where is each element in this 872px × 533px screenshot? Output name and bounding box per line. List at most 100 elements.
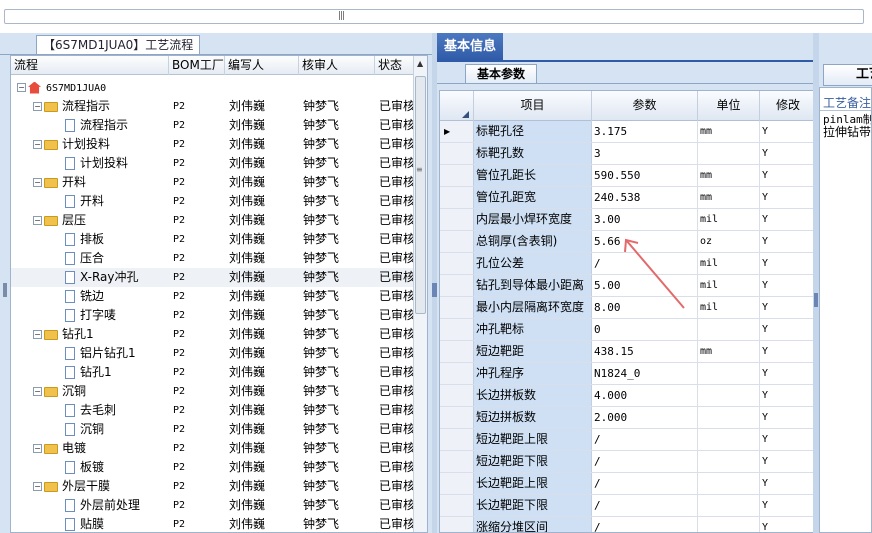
tree-node[interactable]: − 沉铜 xyxy=(11,382,169,401)
param-value-cell[interactable]: 3.00 xyxy=(592,209,698,230)
notes-text[interactable]: pinlam制 拉伸钻带 xyxy=(823,114,871,139)
row-header[interactable] xyxy=(440,385,474,406)
tree-node[interactable]: 外层前处理 xyxy=(11,496,169,515)
param-unit-cell[interactable] xyxy=(698,407,760,428)
param-row[interactable]: 管位孔距宽 240.538 mm Y xyxy=(440,187,814,209)
row-header[interactable] xyxy=(440,165,474,186)
tree-row[interactable]: 流程指示 P2 刘伟巍 钟梦飞 已审核 xyxy=(11,116,415,135)
param-row[interactable]: 短边靶距 438.15 mm Y xyxy=(440,341,814,363)
col-header-status[interactable]: 状态 xyxy=(375,56,415,75)
param-unit-cell[interactable] xyxy=(698,319,760,340)
tree-node[interactable]: 计划投料 xyxy=(11,154,169,173)
param-row[interactable]: 内层最小焊环宽度 3.00 mil Y xyxy=(440,209,814,231)
tree-row[interactable]: 打字唛 P2 刘伟巍 钟梦飞 已审核 xyxy=(11,306,415,325)
tree-row[interactable]: 开料 P2 刘伟巍 钟梦飞 已审核 xyxy=(11,192,415,211)
tree-row[interactable]: 外层前处理 P2 刘伟巍 钟梦飞 已审核 xyxy=(11,496,415,515)
param-row[interactable]: 长边靶距上限 / Y xyxy=(440,473,814,495)
param-unit-cell[interactable]: mm xyxy=(698,341,760,362)
scroll-thumb[interactable] xyxy=(415,76,426,314)
param-value-cell[interactable]: 3.175 xyxy=(592,121,698,142)
param-unit-cell[interactable] xyxy=(698,143,760,164)
tree-node[interactable]: 沉铜 xyxy=(11,420,169,439)
param-row[interactable]: 长边拼板数 4.000 Y xyxy=(440,385,814,407)
param-modify-cell[interactable]: Y xyxy=(760,407,814,428)
param-row[interactable]: 冲孔靶标 0 Y xyxy=(440,319,814,341)
tree-row[interactable]: − 外层干膜 P2 刘伟巍 钟梦飞 已审核 xyxy=(11,477,415,496)
tree-node[interactable]: 板镀 xyxy=(11,458,169,477)
param-unit-cell[interactable]: mm xyxy=(698,165,760,186)
param-row[interactable]: 钻孔到导体最小距离 5.00 mil Y xyxy=(440,275,814,297)
basic-params-tab[interactable]: 基本参数 xyxy=(465,64,537,84)
col-header-unit[interactable]: 单位 xyxy=(698,91,760,121)
param-row[interactable]: 冲孔程序 N1824_0 Y xyxy=(440,363,814,385)
row-header[interactable] xyxy=(440,143,474,164)
collapse-icon[interactable]: − xyxy=(33,482,42,491)
col-header-writer[interactable]: 编写人 xyxy=(225,56,299,75)
process-tab[interactable]: 【6S7MD1JUA0】工艺流程 xyxy=(36,35,201,55)
param-row[interactable]: 管位孔距长 590.550 mm Y xyxy=(440,165,814,187)
tree-node[interactable]: − 电镀 xyxy=(11,439,169,458)
tree-row[interactable]: 钻孔1 P2 刘伟巍 钟梦飞 已审核 xyxy=(11,363,415,382)
param-modify-cell[interactable]: Y xyxy=(760,341,814,362)
param-value-cell[interactable]: 2.000 xyxy=(592,407,698,428)
param-value-cell[interactable]: / xyxy=(592,429,698,450)
tree-node[interactable]: 打字唛 xyxy=(11,306,169,325)
tree-row[interactable]: − 6S7MD1JUA0 xyxy=(11,78,415,97)
tree-row[interactable]: − 沉铜 P2 刘伟巍 钟梦飞 已审核 xyxy=(11,382,415,401)
param-modify-cell[interactable]: Y xyxy=(760,143,814,164)
param-modify-cell[interactable]: Y xyxy=(760,451,814,472)
param-modify-cell[interactable]: Y xyxy=(760,385,814,406)
collapse-icon[interactable]: − xyxy=(33,387,42,396)
collapse-icon[interactable]: − xyxy=(33,216,42,225)
param-modify-cell[interactable]: Y xyxy=(760,473,814,494)
row-header[interactable] xyxy=(440,473,474,494)
tree-row[interactable]: − 钻孔1 P2 刘伟巍 钟梦飞 已审核 xyxy=(11,325,415,344)
param-unit-cell[interactable]: mm xyxy=(698,121,760,142)
tree-node[interactable]: 钻孔1 xyxy=(11,363,169,382)
param-modify-cell[interactable]: Y xyxy=(760,363,814,384)
row-header[interactable] xyxy=(440,495,474,516)
param-modify-cell[interactable]: Y xyxy=(760,165,814,186)
tree-node[interactable]: 压合 xyxy=(11,249,169,268)
tree-node[interactable]: − 计划投料 xyxy=(11,135,169,154)
param-value-cell[interactable]: / xyxy=(592,253,698,274)
tree-node[interactable]: 流程指示 xyxy=(11,116,169,135)
tree-row[interactable]: 压合 P2 刘伟巍 钟梦飞 已审核 xyxy=(11,249,415,268)
tree-node[interactable]: X-Ray冲孔 xyxy=(11,268,169,287)
param-unit-cell[interactable] xyxy=(698,363,760,384)
tree-row[interactable]: 铣边 P2 刘伟巍 钟梦飞 已审核 xyxy=(11,287,415,306)
tree-node[interactable]: 开料 xyxy=(11,192,169,211)
param-value-cell[interactable]: / xyxy=(592,473,698,494)
tree-node[interactable]: − 层压 xyxy=(11,211,169,230)
param-modify-cell[interactable]: Y xyxy=(760,187,814,208)
param-modify-cell[interactable]: Y xyxy=(760,297,814,318)
param-modify-cell[interactable]: Y xyxy=(760,319,814,340)
param-unit-cell[interactable]: mm xyxy=(698,187,760,208)
collapse-icon[interactable]: − xyxy=(33,102,42,111)
tree-node[interactable]: 贴膜 xyxy=(11,515,169,532)
col-header-bom[interactable]: BOM工厂 xyxy=(169,56,225,75)
row-header[interactable] xyxy=(440,407,474,428)
param-modify-cell[interactable]: Y xyxy=(760,495,814,516)
tree-row[interactable]: 去毛刺 P2 刘伟巍 钟梦飞 已审核 xyxy=(11,401,415,420)
row-header[interactable] xyxy=(440,297,474,318)
param-unit-cell[interactable]: mil xyxy=(698,297,760,318)
tree-node[interactable]: 铝片钻孔1 xyxy=(11,344,169,363)
tree-row[interactable]: − 计划投料 P2 刘伟巍 钟梦飞 已审核 xyxy=(11,135,415,154)
tree-row[interactable]: 铝片钻孔1 P2 刘伟巍 钟梦飞 已审核 xyxy=(11,344,415,363)
tree-row[interactable]: 贴膜 P2 刘伟巍 钟梦飞 已审核 xyxy=(11,515,415,532)
collapse-icon[interactable]: − xyxy=(33,444,42,453)
param-row[interactable]: 总铜厚(含表铜) 5.66 oz Y xyxy=(440,231,814,253)
collapse-icon[interactable]: − xyxy=(33,140,42,149)
col-header-process[interactable]: 流程 xyxy=(11,56,169,75)
col-header-item[interactable]: 项目 xyxy=(474,91,592,121)
tree-node[interactable]: − 外层干膜 xyxy=(11,477,169,496)
param-unit-cell[interactable]: mil xyxy=(698,275,760,296)
param-unit-cell[interactable] xyxy=(698,451,760,472)
scroll-up-icon[interactable]: ▲ xyxy=(417,59,423,68)
right-splitter-grip[interactable] xyxy=(814,293,818,307)
row-header[interactable] xyxy=(440,231,474,252)
row-header[interactable] xyxy=(440,187,474,208)
row-header[interactable] xyxy=(440,363,474,384)
param-unit-cell[interactable]: mil xyxy=(698,209,760,230)
